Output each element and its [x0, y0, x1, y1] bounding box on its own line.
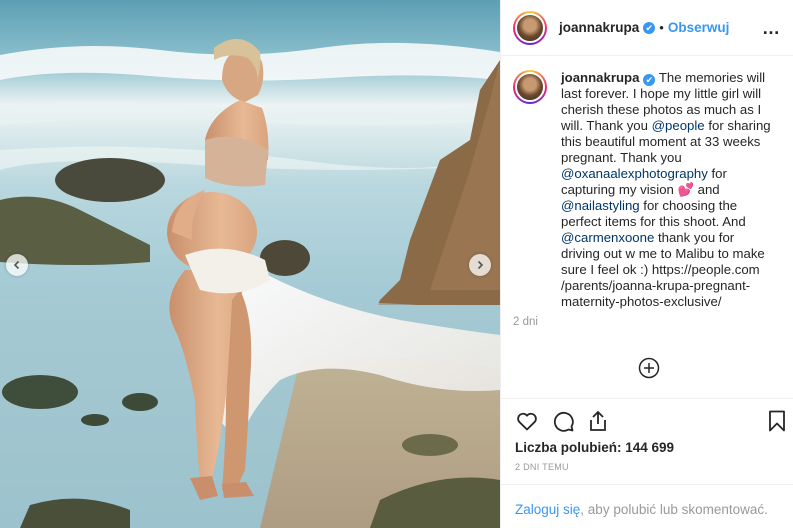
- caption-avatar[interactable]: [513, 70, 547, 104]
- more-options-icon[interactable]: …: [762, 18, 781, 39]
- caption-part: and: [693, 182, 720, 197]
- chevron-right-icon: [477, 260, 484, 270]
- login-prompt: Zaloguj się, aby polubić lub skomentować…: [501, 484, 793, 528]
- chevron-left-icon: [13, 260, 20, 270]
- caption-block: joannakrupa ✔ The memories will last fore…: [513, 70, 785, 310]
- post-header: joannakrupa ✔ • Obserwuj …: [501, 0, 793, 56]
- follow-button[interactable]: Obserwuj: [668, 20, 730, 35]
- caption-time[interactable]: 2 dni: [513, 316, 538, 328]
- caption-text: joannakrupa ✔ The memories will last fore…: [561, 70, 771, 310]
- comment-icon[interactable]: [551, 409, 575, 433]
- next-photo-button[interactable]: [469, 254, 491, 276]
- header-separator: •: [659, 20, 664, 35]
- post-side-panel: joannakrupa ✔ • Obserwuj … joannakrupa ✔ …: [500, 0, 793, 528]
- verified-badge-icon: ✔: [643, 21, 656, 34]
- plus-circle-icon[interactable]: [638, 357, 660, 379]
- likes-count[interactable]: Liczba polubień: 144 699: [515, 440, 674, 455]
- previous-photo-button[interactable]: [6, 254, 28, 276]
- post-actions: [501, 398, 793, 440]
- posted-time[interactable]: 2 DNI TEMU: [515, 462, 569, 472]
- login-link[interactable]: Zaloguj się: [515, 502, 580, 517]
- share-icon[interactable]: [586, 409, 610, 433]
- mention-link[interactable]: @people: [652, 118, 705, 133]
- avatar[interactable]: [513, 10, 547, 45]
- hearts-emoji-icon: 💕: [677, 182, 694, 197]
- mention-link[interactable]: @carmenxoone: [561, 230, 654, 245]
- post-photo[interactable]: [0, 0, 500, 528]
- bookmark-icon[interactable]: [765, 409, 789, 433]
- mention-link[interactable]: @oxanaalexphotography: [561, 166, 708, 181]
- verified-badge-icon: ✔: [643, 74, 656, 86]
- caption-username[interactable]: joannakrupa: [561, 70, 639, 85]
- header-username[interactable]: joannakrupa: [559, 20, 639, 35]
- mention-link[interactable]: @nailastyling: [561, 198, 640, 213]
- maternity-beach-photo: [0, 0, 500, 528]
- login-prompt-text: , aby polubić lub skomentować.: [580, 502, 768, 517]
- heart-icon[interactable]: [515, 409, 539, 433]
